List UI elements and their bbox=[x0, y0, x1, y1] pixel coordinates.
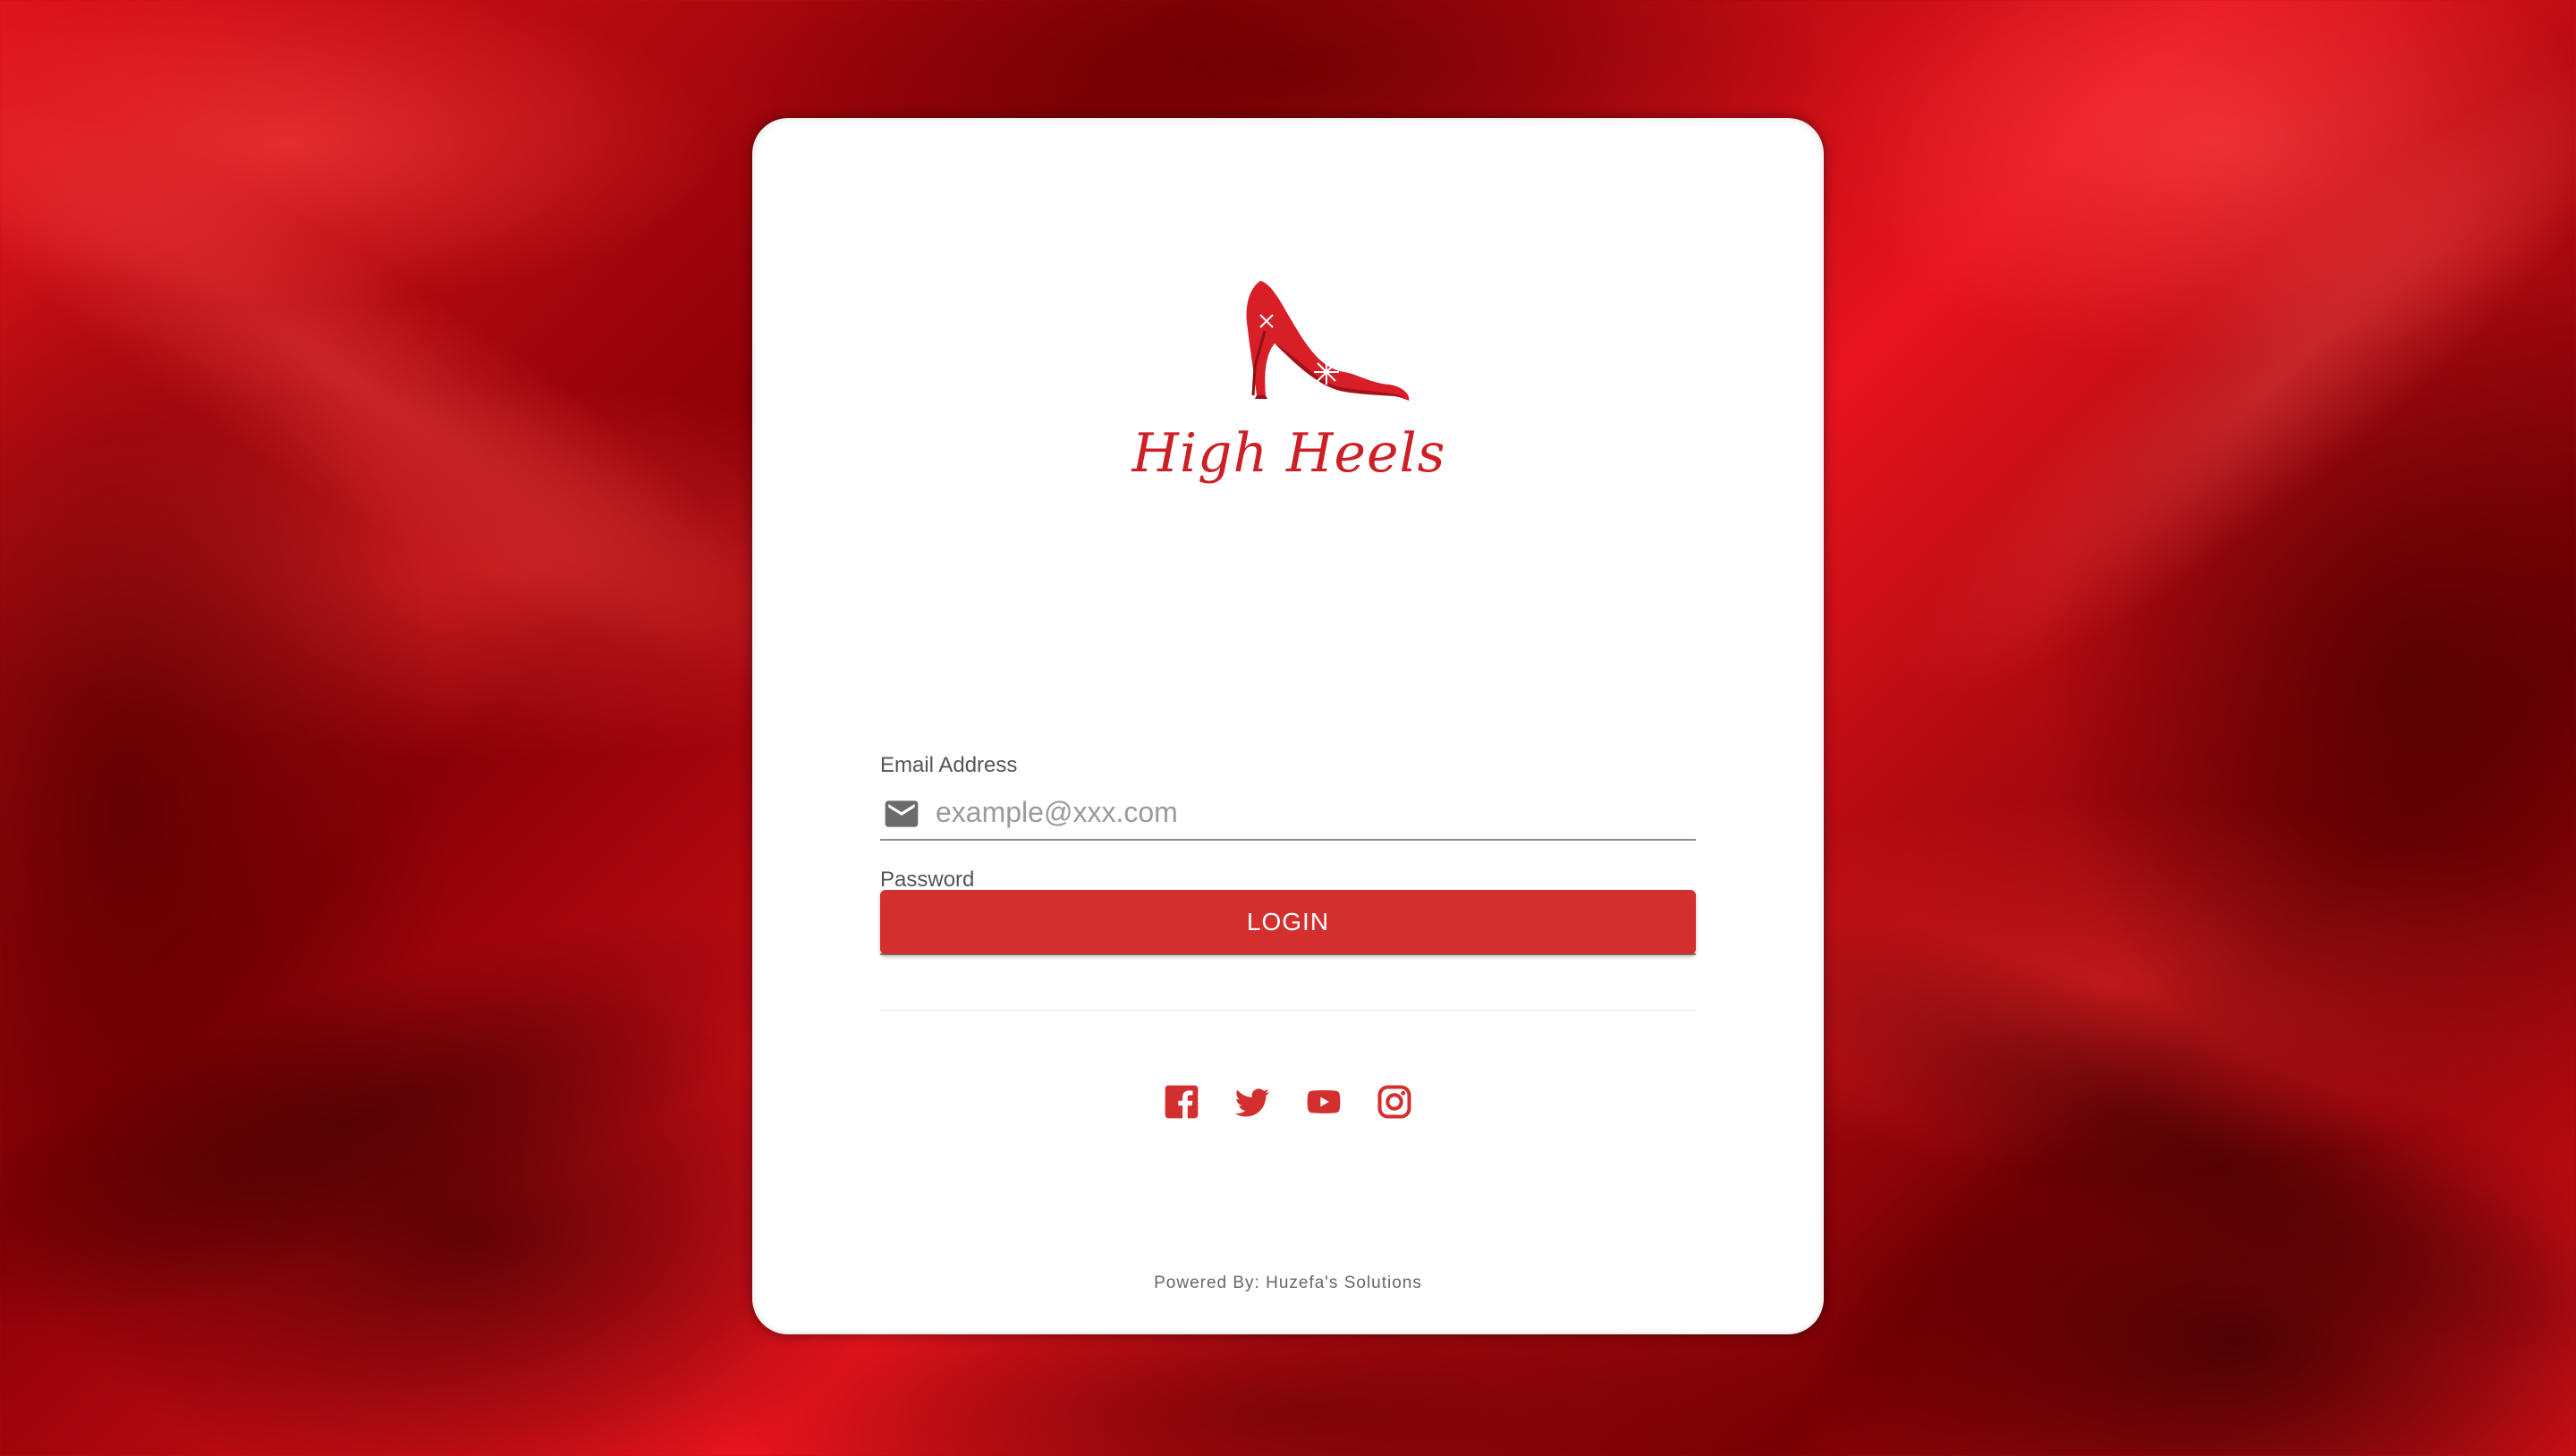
password-label: Password bbox=[880, 868, 975, 892]
twitter-icon[interactable] bbox=[1233, 1082, 1272, 1122]
background-fold bbox=[0, 1, 875, 768]
instagram-icon[interactable] bbox=[1375, 1082, 1414, 1122]
background-fold bbox=[1835, 0, 2576, 775]
background-fold bbox=[0, 823, 867, 1413]
login-button[interactable]: LOGIN bbox=[880, 890, 1696, 954]
social-links bbox=[752, 1082, 1824, 1127]
brand-name: High Heels bbox=[1131, 422, 1446, 485]
background-fold bbox=[1696, 831, 2576, 1456]
login-card: High Heels Email Address Password LOGIN bbox=[752, 118, 1824, 1334]
powered-by-label: Powered By: Huzefa's Solutions bbox=[1154, 1274, 1422, 1292]
youtube-icon[interactable] bbox=[1304, 1082, 1343, 1122]
mail-icon bbox=[885, 800, 919, 827]
email-input[interactable] bbox=[936, 789, 1687, 835]
email-label: Email Address bbox=[880, 753, 1018, 777]
facebook-icon[interactable] bbox=[1162, 1082, 1201, 1122]
powered-by-text: Powered By: Huzefa's Solutions bbox=[752, 1274, 1824, 1293]
divider bbox=[880, 1010, 1696, 1012]
email-field-row bbox=[880, 789, 1696, 841]
